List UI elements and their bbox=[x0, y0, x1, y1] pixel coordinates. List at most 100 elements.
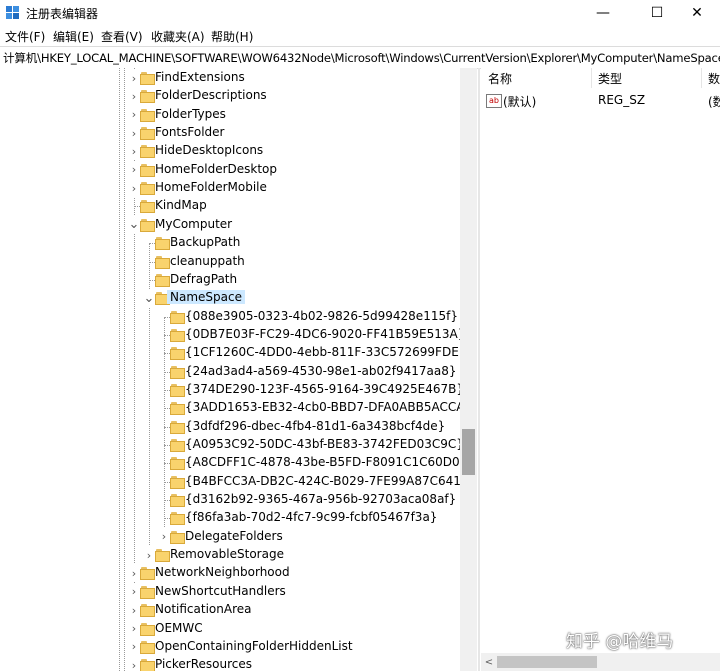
values-horizontal-scrollbar[interactable]: < bbox=[481, 653, 720, 671]
address-bar[interactable]: 计算机\HKEY_LOCAL_MACHINE\SOFTWARE\WOW6432N… bbox=[0, 46, 720, 69]
tree-item[interactable]: KindMap bbox=[0, 197, 460, 215]
tree-item-label: FontsFolder bbox=[155, 125, 225, 140]
tree-item-label: KindMap bbox=[155, 198, 207, 213]
column-divider[interactable] bbox=[701, 68, 702, 88]
expand-chevron-icon[interactable]: › bbox=[158, 527, 170, 546]
tree-item[interactable]: › NewShortcutHandlers bbox=[0, 582, 460, 601]
menu-view[interactable]: 查看(V) bbox=[101, 28, 143, 45]
column-header-name[interactable]: 名称 bbox=[488, 70, 512, 87]
tree-vertical-scrollbar[interactable] bbox=[460, 68, 477, 671]
pane-splitter[interactable] bbox=[478, 68, 480, 671]
tree-item[interactable]: {B4BFCC3A-DB2C-424C-B029-7FE99A87C641} bbox=[0, 473, 462, 491]
tree-item[interactable]: › NotificationArea bbox=[0, 601, 460, 620]
expand-chevron-icon[interactable]: › bbox=[128, 601, 140, 620]
menu-favorites[interactable]: 收藏夹(A) bbox=[151, 28, 205, 45]
tree-item[interactable]: › OpenContainingFolderHiddenList bbox=[0, 637, 460, 656]
expand-chevron-icon[interactable]: › bbox=[128, 582, 140, 601]
tree-item[interactable]: › HomeFolderDesktop bbox=[0, 160, 460, 179]
folder-icon bbox=[170, 475, 186, 489]
minimize-button[interactable]: — bbox=[580, 0, 626, 26]
folder-icon bbox=[170, 512, 186, 526]
tree-item-label: NewShortcutHandlers bbox=[155, 583, 286, 598]
expand-chevron-icon[interactable]: › bbox=[128, 564, 140, 583]
expand-chevron-icon[interactable]: › bbox=[128, 179, 140, 198]
folder-icon bbox=[170, 310, 186, 324]
close-button[interactable]: ✕ bbox=[674, 0, 720, 26]
expand-chevron-icon[interactable]: › bbox=[143, 546, 155, 565]
tree-item[interactable]: › PickerResources bbox=[0, 656, 460, 671]
expand-chevron-icon[interactable]: › bbox=[128, 105, 140, 124]
registry-tree[interactable]: › FindExtensions › FolderDescriptions › Folde… bbox=[0, 68, 462, 671]
tree-item[interactable]: {d3162b92-9365-467a-956b-92703aca08af} bbox=[0, 491, 460, 509]
tree-item[interactable]: ⌄ MyComputer bbox=[0, 215, 460, 234]
tree-item-label: {3ADD1653-EB32-4cb0-BBD7-DFA0ABB5ACCA} bbox=[185, 400, 462, 415]
folder-icon bbox=[140, 90, 156, 104]
menu-help[interactable]: 帮助(H) bbox=[211, 28, 253, 45]
tree-item-label: cleanuppath bbox=[170, 253, 245, 268]
tree-item[interactable]: › FolderDescriptions bbox=[0, 87, 460, 106]
tree-item-label: NameSpace bbox=[167, 290, 245, 305]
menu-edit[interactable]: 编辑(E) bbox=[53, 28, 94, 45]
tree-item[interactable]: › HomeFolderMobile bbox=[0, 179, 460, 198]
column-header-data[interactable]: 数 bbox=[708, 70, 720, 87]
expand-chevron-icon[interactable]: › bbox=[128, 619, 140, 638]
folder-icon bbox=[140, 604, 156, 618]
folder-icon bbox=[155, 237, 171, 251]
column-header-type[interactable]: 类型 bbox=[598, 70, 622, 87]
tree-item[interactable]: {088e3905-0323-4b02-9826-5d99428e115f} bbox=[0, 308, 460, 326]
values-pane[interactable]: 名称 类型 数 ab (默认) REG_SZ (数 bbox=[481, 68, 720, 671]
tree-item-label: NotificationArea bbox=[155, 602, 252, 617]
expand-chevron-icon[interactable]: › bbox=[128, 124, 140, 143]
tree-item[interactable]: › RemovableStorage bbox=[0, 546, 460, 565]
scroll-left-arrow-icon[interactable]: < bbox=[481, 653, 497, 671]
window-title: 注册表编辑器 bbox=[26, 7, 99, 21]
column-divider[interactable] bbox=[591, 68, 592, 88]
expand-chevron-icon[interactable]: › bbox=[128, 87, 140, 106]
tree-item[interactable]: DefragPath bbox=[0, 271, 460, 289]
folder-icon bbox=[170, 347, 186, 361]
tree-item-label: {3dfdf296-dbec-4fb4-81d1-6a3438bcf4de} bbox=[185, 418, 446, 433]
tree-item-label: {088e3905-0323-4b02-9826-5d99428e115f} bbox=[185, 308, 458, 323]
tree-scroll-thumb[interactable] bbox=[462, 429, 475, 475]
tree-item[interactable]: {3dfdf296-dbec-4fb4-81d1-6a3438bcf4de} bbox=[0, 418, 460, 436]
value-name[interactable]: (默认) bbox=[503, 93, 536, 110]
folder-icon bbox=[140, 567, 156, 581]
tree-item-label: {d3162b92-9365-467a-956b-92703aca08af} bbox=[185, 492, 457, 507]
tree-item-label: DefragPath bbox=[170, 271, 238, 286]
tree-item[interactable]: {1CF1260C-4DD0-4ebb-811F-33C572699FDE} bbox=[0, 344, 462, 362]
regedit-app-icon bbox=[6, 6, 19, 19]
expand-chevron-icon[interactable]: › bbox=[128, 69, 140, 87]
tree-item[interactable]: › NetworkNeighborhood bbox=[0, 564, 460, 583]
folder-icon bbox=[170, 402, 186, 416]
tree-item[interactable]: {A8CDFF1C-4878-43be-B5FD-F8091C1C60D0} bbox=[0, 454, 462, 472]
tree-item[interactable]: {f86fa3ab-70d2-4fc7-9c99-fcbf05467f3a} bbox=[0, 509, 460, 527]
tree-item[interactable]: {24ad3ad4-a569-4530-98e1-ab02f9417aa8} bbox=[0, 363, 460, 381]
expand-chevron-icon[interactable]: › bbox=[128, 637, 140, 656]
tree-item-label: HideDesktopIcons bbox=[155, 143, 264, 158]
collapse-chevron-icon[interactable]: ⌄ bbox=[128, 215, 140, 234]
tree-item[interactable]: › FontsFolder bbox=[0, 124, 460, 143]
tree-item[interactable]: › FolderTypes bbox=[0, 105, 460, 124]
tree-item[interactable]: cleanuppath bbox=[0, 253, 460, 271]
values-scroll-thumb[interactable] bbox=[497, 656, 597, 668]
folder-icon bbox=[140, 200, 156, 214]
tree-item[interactable]: BackupPath bbox=[0, 234, 460, 252]
tree-item[interactable]: › FindExtensions bbox=[0, 69, 460, 87]
folder-icon bbox=[155, 549, 171, 563]
tree-item[interactable]: › HideDesktopIcons bbox=[0, 142, 460, 161]
tree-item[interactable]: › DelegateFolders bbox=[0, 527, 460, 546]
collapse-chevron-icon[interactable]: ⌄ bbox=[143, 289, 155, 308]
expand-chevron-icon[interactable]: › bbox=[128, 160, 140, 179]
tree-item-label: FolderTypes bbox=[155, 106, 226, 121]
expand-chevron-icon[interactable]: › bbox=[128, 656, 140, 671]
tree-item[interactable]: {A0953C92-50DC-43bf-BE83-3742FED03C9C} bbox=[0, 436, 462, 454]
tree-item-label: {24ad3ad4-a569-4530-98e1-ab02f9417aa8} bbox=[185, 363, 457, 378]
tree-item[interactable]: {3ADD1653-EB32-4cb0-BBD7-DFA0ABB5ACCA} bbox=[0, 399, 462, 417]
tree-item[interactable]: {0DB7E03F-FC29-4DC6-9020-FF41B59E513A} bbox=[0, 326, 462, 344]
tree-item-label: RemovableStorage bbox=[170, 547, 284, 562]
tree-item[interactable]: › OEMWC bbox=[0, 619, 460, 638]
tree-item[interactable]: ⌄ NameSpace bbox=[0, 289, 460, 308]
tree-item[interactable]: {374DE290-123F-4565-9164-39C4925E467B} bbox=[0, 381, 462, 399]
menu-file[interactable]: 文件(F) bbox=[5, 28, 45, 45]
expand-chevron-icon[interactable]: › bbox=[128, 142, 140, 161]
